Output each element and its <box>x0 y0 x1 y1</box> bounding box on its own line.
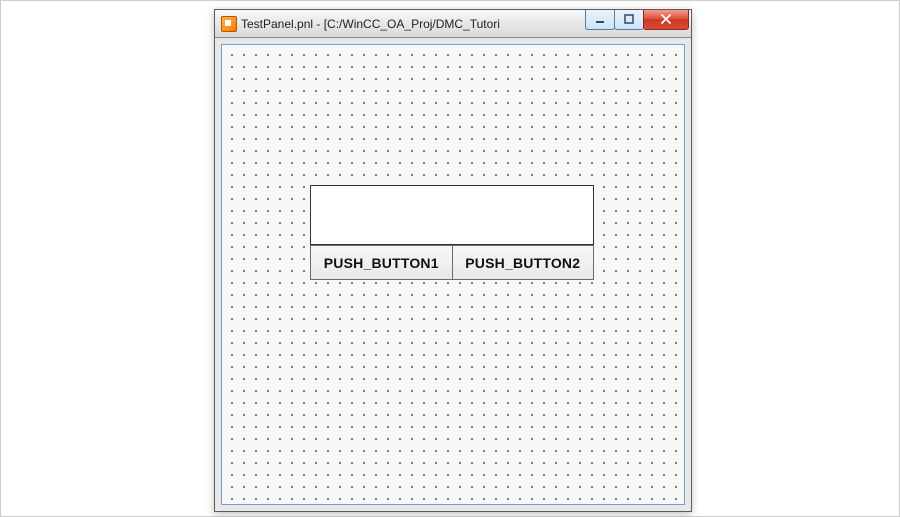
button-row: PUSH_BUTTON1 PUSH_BUTTON2 <box>310 245 594 280</box>
app-icon <box>221 16 237 32</box>
canvas-wrap: PUSH_BUTTON1 PUSH_BUTTON2 <box>215 38 691 511</box>
text-field[interactable] <box>310 185 594 245</box>
maximize-icon <box>624 14 634 24</box>
minimize-icon <box>595 14 605 24</box>
titlebar[interactable]: TestPanel.pnl - [C:/WinCC_OA_Proj/DMC_Tu… <box>215 10 691 38</box>
maximize-button[interactable] <box>614 10 644 30</box>
panel-canvas[interactable]: PUSH_BUTTON1 PUSH_BUTTON2 <box>221 44 685 505</box>
close-button[interactable] <box>643 10 689 30</box>
push-button-1[interactable]: PUSH_BUTTON1 <box>310 245 453 280</box>
push-button-2[interactable]: PUSH_BUTTON2 <box>452 245 595 280</box>
app-window: TestPanel.pnl - [C:/WinCC_OA_Proj/DMC_Tu… <box>214 9 692 512</box>
window-title: TestPanel.pnl - [C:/WinCC_OA_Proj/DMC_Tu… <box>241 17 582 31</box>
close-icon <box>660 14 672 24</box>
minimize-button[interactable] <box>585 10 615 30</box>
window-controls <box>586 10 689 37</box>
